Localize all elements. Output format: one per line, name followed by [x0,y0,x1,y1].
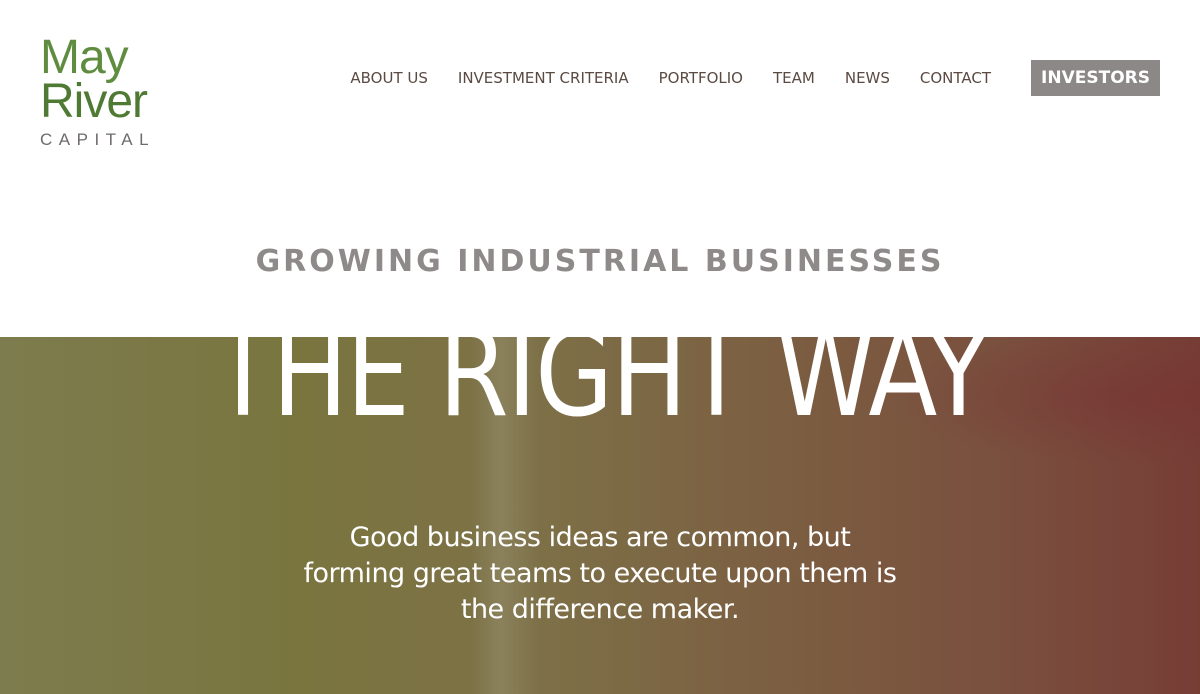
logo[interactable]: May River CAPITAL [40,31,180,166]
logo-word-river: River [40,75,148,128]
tagline: GROWING INDUSTRIAL BUSINESSES [255,244,945,279]
nav-portfolio[interactable]: PORTFOLIO [659,69,743,87]
hero-text: Good business ideas are common, but form… [303,522,897,625]
logo-word-capital: CAPITAL [40,130,156,149]
nav-about-us[interactable]: ABOUT US [350,69,428,87]
logo-word-may: May [40,31,129,84]
nav-news[interactable]: NEWS [845,69,890,87]
nav-contact[interactable]: CONTACT [920,69,991,87]
nav-team[interactable]: TEAM [773,69,815,87]
nav-investment-criteria[interactable]: INVESTMENT CRITERIA [458,69,629,87]
page: May River CAPITAL ABOUT US INVESTMENT CR… [0,0,1200,694]
hero-title: THE RIGHT WAY [212,305,989,444]
investors-button[interactable]: INVESTORS [1031,60,1160,96]
main-nav: ABOUT US INVESTMENT CRITERIA PORTFOLIO T… [350,60,1160,96]
